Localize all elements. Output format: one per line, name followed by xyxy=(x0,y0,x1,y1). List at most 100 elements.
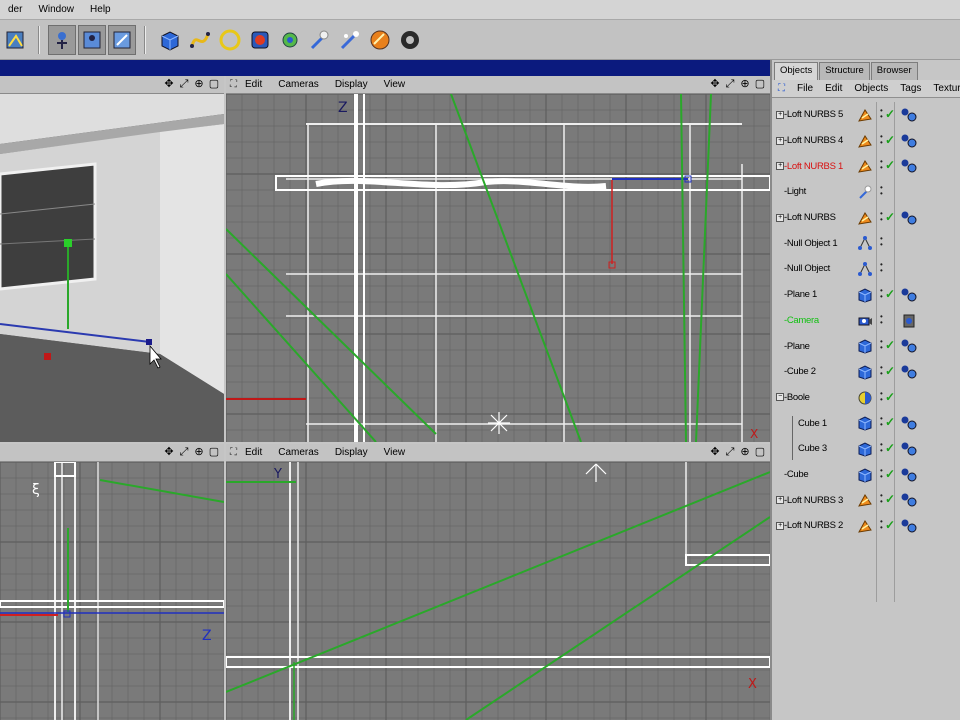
object-row[interactable]: Cube 3 • • ✓ xyxy=(774,436,960,462)
visibility-dots-icon[interactable]: • • xyxy=(880,209,884,223)
expand-toggle[interactable]: + xyxy=(776,213,784,222)
zoom-view-icon[interactable]: ⤢ xyxy=(178,446,190,458)
expand-toggle[interactable]: + xyxy=(776,496,784,505)
spline-icon[interactable] xyxy=(186,25,214,55)
tab-browser[interactable]: Browser xyxy=(870,62,918,80)
visibility-dots-icon[interactable]: • • xyxy=(880,518,884,532)
object-name[interactable]: -Cube 2 xyxy=(784,366,816,377)
visibility-dots-icon[interactable]: • • xyxy=(880,466,884,480)
search-objects-icon[interactable]: ⛶ xyxy=(772,83,791,94)
material-tag-icon[interactable] xyxy=(900,467,918,483)
nurbs-object-icon[interactable] xyxy=(856,491,874,509)
enabled-check-icon[interactable]: ✓ xyxy=(885,133,895,147)
material-tag-icon[interactable] xyxy=(900,441,918,457)
enabled-check-icon[interactable]: ✓ xyxy=(885,415,895,429)
object-row[interactable]: -Light • • xyxy=(774,179,960,205)
visibility-dots-icon[interactable]: • • xyxy=(880,415,884,429)
enabled-check-icon[interactable]: ✓ xyxy=(885,492,895,506)
object-name[interactable]: -Loft NURBS 2 xyxy=(784,520,843,531)
material-tag-icon[interactable] xyxy=(900,133,918,149)
cube-object-icon[interactable] xyxy=(856,414,874,432)
enabled-check-icon[interactable]: ✓ xyxy=(885,364,895,378)
object-row[interactable]: Cube 1 • • ✓ xyxy=(774,410,960,436)
enabled-check-icon[interactable]: ✓ xyxy=(885,441,895,455)
maximize-view-icon[interactable]: ▢ xyxy=(208,446,220,458)
enabled-check-icon[interactable]: ✓ xyxy=(885,467,895,481)
material-tag-icon[interactable] xyxy=(900,158,918,174)
zoom-view-icon[interactable]: ⤢ xyxy=(178,78,190,90)
expand-toggle[interactable]: + xyxy=(776,136,784,145)
deformer-icon[interactable] xyxy=(276,25,304,55)
viewport-menu-view[interactable]: View xyxy=(376,79,414,90)
material-tag-icon[interactable] xyxy=(900,287,918,303)
menu-item-render[interactable]: der xyxy=(0,4,30,15)
enabled-check-icon[interactable]: ✓ xyxy=(885,210,895,224)
tab-objects[interactable]: Objects xyxy=(774,62,819,80)
object-row[interactable]: -Plane • • ✓ xyxy=(774,333,960,359)
material-tag-icon[interactable] xyxy=(900,210,918,226)
material-tag-icon[interactable] xyxy=(900,107,918,123)
move-view-icon[interactable]: ✥ xyxy=(163,78,175,90)
boole-object-icon[interactable] xyxy=(856,389,874,407)
cube-object-icon[interactable] xyxy=(856,337,874,355)
camera-object-icon[interactable] xyxy=(856,312,874,330)
maximize-view-icon[interactable]: ▢ xyxy=(208,78,220,90)
material-tag-icon[interactable] xyxy=(900,364,918,380)
object-name[interactable]: -Loft NURBS 4 xyxy=(784,135,843,146)
material-tag-icon[interactable] xyxy=(900,518,918,534)
cube-object-icon[interactable] xyxy=(856,440,874,458)
circle-icon[interactable] xyxy=(216,25,244,55)
panel-menu-file[interactable]: File xyxy=(791,83,819,94)
viewport-menu-display[interactable]: Display xyxy=(327,79,376,90)
enabled-check-icon[interactable]: ✓ xyxy=(885,158,895,172)
panel-menu-tags[interactable]: Tags xyxy=(894,83,927,94)
object-row[interactable]: + -Loft NURBS 3 • • ✓ xyxy=(774,487,960,513)
object-row[interactable]: -Null Object • • xyxy=(774,256,960,282)
light-icon[interactable] xyxy=(306,25,334,55)
viewport-menu-view[interactable]: View xyxy=(376,447,414,458)
object-name[interactable]: Cube 1 xyxy=(798,418,827,429)
move-view-icon[interactable]: ✥ xyxy=(709,78,721,90)
object-row[interactable]: -Camera • • xyxy=(774,308,960,334)
object-row[interactable]: − -Boole • • ✓ xyxy=(774,385,960,411)
visibility-dots-icon[interactable]: • • xyxy=(880,107,884,121)
object-row[interactable]: -Plane 1 • • ✓ xyxy=(774,282,960,308)
object-name[interactable]: -Light xyxy=(784,186,806,197)
object-name[interactable]: -Loft NURBS 5 xyxy=(784,109,843,120)
rotate-tool-icon[interactable] xyxy=(108,25,136,55)
nurbs-object-icon[interactable] xyxy=(856,106,874,124)
null-object-icon[interactable] xyxy=(856,234,874,252)
light-object-icon[interactable] xyxy=(856,183,874,201)
magnify-view-icon[interactable]: ⊕ xyxy=(739,78,751,90)
menu-item-help[interactable]: Help xyxy=(82,4,119,15)
object-row[interactable]: + -Loft NURBS 1 • • ✓ xyxy=(774,153,960,179)
cube-primitive-icon[interactable] xyxy=(156,25,184,55)
object-row[interactable]: -Cube 2 • • ✓ xyxy=(774,359,960,385)
scene-icon[interactable] xyxy=(336,25,364,55)
maximize-view-icon[interactable]: ▢ xyxy=(754,446,766,458)
expand-toggle[interactable]: − xyxy=(776,393,784,402)
material-tag-icon[interactable] xyxy=(900,415,918,431)
viewport-menu-cameras[interactable]: Cameras xyxy=(270,447,327,458)
nurbs-icon[interactable] xyxy=(246,25,274,55)
object-name[interactable]: -Loft NURBS 3 xyxy=(784,495,843,506)
cube-object-icon[interactable] xyxy=(856,286,874,304)
object-name[interactable]: -Plane xyxy=(784,341,810,352)
undo-view-icon[interactable] xyxy=(2,25,30,55)
zoom-view-icon[interactable]: ⤢ xyxy=(724,446,736,458)
move-view-icon[interactable]: ✥ xyxy=(163,446,175,458)
expand-toggle[interactable]: + xyxy=(776,521,784,530)
object-name[interactable]: -Null Object 1 xyxy=(784,238,838,249)
move-view-icon[interactable]: ✥ xyxy=(709,446,721,458)
enabled-check-icon[interactable]: ✓ xyxy=(885,107,895,121)
nurbs-object-icon[interactable] xyxy=(856,209,874,227)
nurbs-object-icon[interactable] xyxy=(856,132,874,150)
move-tool-icon[interactable] xyxy=(48,25,76,55)
menu-item-window[interactable]: Window xyxy=(30,4,82,15)
enabled-check-icon[interactable]: ✓ xyxy=(885,287,895,301)
visibility-dots-icon[interactable]: • • xyxy=(880,440,884,454)
visibility-dots-icon[interactable]: • • xyxy=(880,158,884,172)
object-name[interactable]: -Null Object xyxy=(784,263,830,274)
visibility-dots-icon[interactable]: • • xyxy=(880,389,884,403)
magnify-view-icon[interactable]: ⊕ xyxy=(193,446,205,458)
